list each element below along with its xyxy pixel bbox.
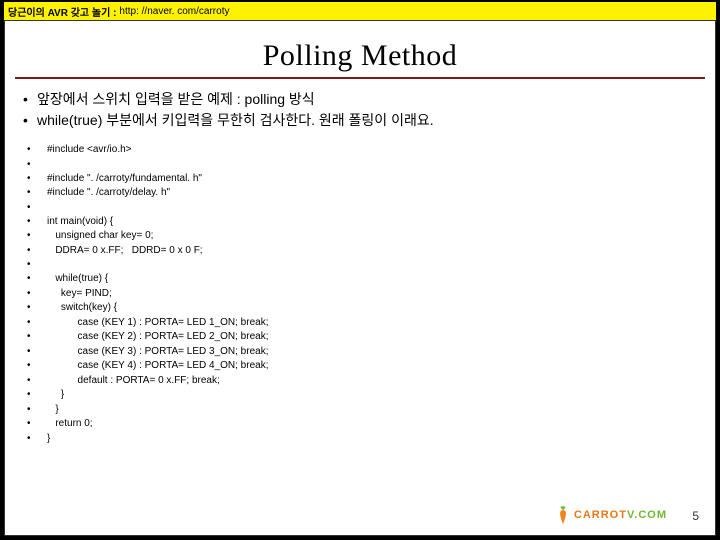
code-line: int main(void) { <box>19 215 701 230</box>
content-area: 앞장에서 스위치 입력을 받은 예제 : polling 방식 while(tr… <box>5 89 715 446</box>
main-bullets: 앞장에서 스위치 입력을 받은 예제 : polling 방식 while(tr… <box>19 89 701 131</box>
logo-text-2: V.COM <box>627 509 667 521</box>
code-line <box>19 201 701 215</box>
header-url: http: //naver. com/carroty <box>119 6 229 17</box>
bullet-item: 앞장에서 스위치 입력을 받은 예제 : polling 방식 <box>19 89 701 110</box>
logo-text: CARROTV.COM <box>574 509 667 521</box>
code-line: case (KEY 2) : PORTA= LED 2_ON; break; <box>19 330 701 345</box>
title-rule <box>15 77 705 79</box>
code-line: default : PORTA= 0 x.FF; break; <box>19 374 701 389</box>
slide: Polling Method 앞장에서 스위치 입력을 받은 예제 : poll… <box>4 20 716 536</box>
code-line: #include <avr/io.h> <box>19 143 701 158</box>
slide-title: Polling Method <box>5 39 715 73</box>
code-line: switch(key) { <box>19 301 701 316</box>
header-title: 당근이의 AVR 갖고 놀기 : <box>8 4 116 19</box>
code-block: #include <avr/io.h> #include ". /carroty/… <box>19 143 701 446</box>
code-line: key= PIND; <box>19 287 701 302</box>
carrot-icon <box>556 505 570 525</box>
bullet-item: while(true) 부분에서 키입력을 무한히 검사한다. 원래 폴링이 이… <box>19 110 701 131</box>
page-number: 5 <box>692 509 699 523</box>
code-line: case (KEY 1) : PORTA= LED 1_ON; break; <box>19 316 701 331</box>
code-line: #include ". /carroty/delay. h" <box>19 186 701 201</box>
code-line: #include ". /carroty/fundamental. h" <box>19 172 701 187</box>
code-line: case (KEY 4) : PORTA= LED 4_ON; break; <box>19 359 701 374</box>
code-line: case (KEY 3) : PORTA= LED 3_ON; break; <box>19 345 701 360</box>
code-line: } <box>19 432 701 447</box>
code-line: } <box>19 388 701 403</box>
code-line: unsigned char key= 0; <box>19 229 701 244</box>
code-line <box>19 158 701 172</box>
code-line <box>19 258 701 272</box>
header-bar: 당근이의 AVR 갖고 놀기 : http: //naver. com/carr… <box>4 2 716 20</box>
carrottv-logo: CARROTV.COM <box>556 505 667 525</box>
code-line: DDRA= 0 x.FF; DDRD= 0 x 0 F; <box>19 244 701 259</box>
code-line: while(true) { <box>19 272 701 287</box>
code-line: return 0; <box>19 417 701 432</box>
logo-text-1: CARROT <box>574 509 627 521</box>
code-line: } <box>19 403 701 418</box>
